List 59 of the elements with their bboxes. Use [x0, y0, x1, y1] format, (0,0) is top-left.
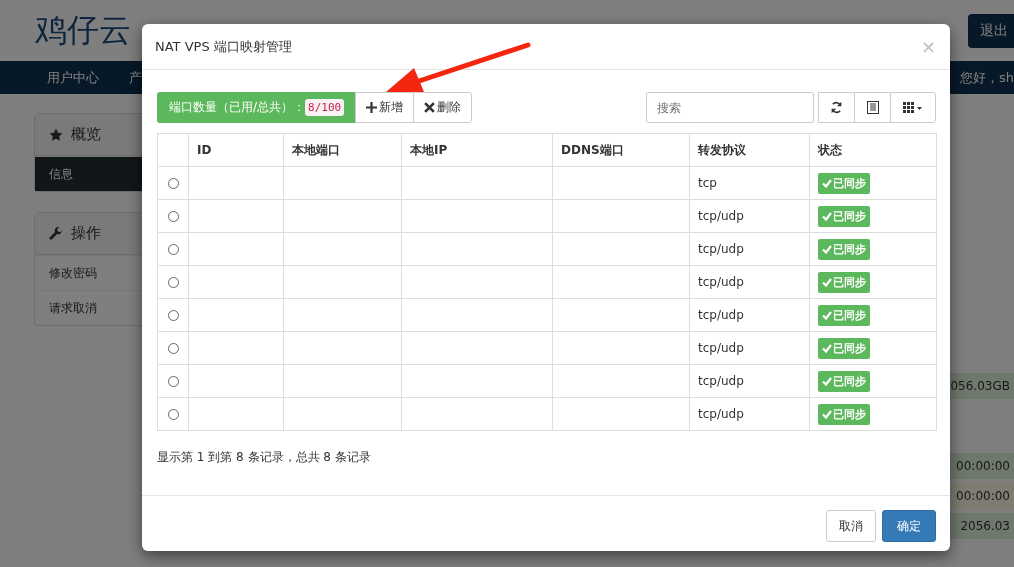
check-icon: [822, 310, 832, 320]
table-cell: tcp/udp: [689, 298, 810, 332]
status-badge: 已同步: [818, 205, 870, 227]
column-header[interactable]: DDNS端口: [552, 133, 690, 167]
delete-button[interactable]: 删除: [413, 92, 473, 123]
table-cell: tcp/udp: [689, 364, 810, 398]
close-icon: [424, 102, 436, 113]
table-cell: tcp/udp: [689, 232, 810, 266]
status-badge: 已同步: [818, 238, 870, 260]
column-header[interactable]: ID: [188, 133, 284, 167]
list-icon: [866, 101, 879, 114]
column-header[interactable]: 转发协议: [689, 133, 810, 167]
check-icon: [822, 376, 832, 386]
value-row: 056.03GB: [950, 373, 1014, 399]
table-cell: tcp/udp: [689, 265, 810, 299]
value-row: 00:00:00: [950, 483, 1014, 509]
cancel-button[interactable]: 取消: [826, 510, 876, 542]
status-badge: 已同步: [818, 337, 870, 359]
nav-link[interactable]: 用户中心: [47, 68, 99, 87]
check-icon: [822, 343, 832, 353]
panel-title: 概览: [71, 125, 101, 144]
grid-icon: [903, 101, 923, 114]
table-cell: tcp/udp: [689, 331, 810, 365]
plus-icon: [366, 102, 378, 113]
star-icon: [49, 127, 63, 142]
status-badge: 已同步: [818, 370, 870, 392]
column-header[interactable]: 本地端口: [283, 133, 402, 167]
panel-title: 操作: [71, 224, 101, 243]
column-header[interactable]: 本地IP: [401, 133, 553, 167]
check-icon: [822, 178, 832, 188]
logout-button[interactable]: 退出: [968, 13, 1014, 48]
site-logo[interactable]: 鸡仔云: [35, 8, 131, 53]
greeting-text: 您好，sh: [960, 68, 1014, 87]
check-icon: [822, 211, 832, 221]
port-count-label: 端口数量（已用/总共）： 8/100: [157, 92, 357, 123]
status-badge: 已同步: [818, 271, 870, 293]
table-cell: tcp: [689, 166, 810, 200]
status-badge: 已同步: [818, 304, 870, 326]
nav-link[interactable]: 产: [129, 68, 142, 87]
status-badge: 已同步: [818, 172, 870, 194]
table-cell: tcp/udp: [689, 397, 810, 431]
status-badge: 已同步: [818, 403, 870, 425]
refresh-icon: [830, 101, 843, 114]
table-cell: tcp/udp: [689, 199, 810, 233]
columns-button[interactable]: [890, 92, 936, 123]
refresh-button[interactable]: [818, 92, 855, 123]
value-row: 00:00:00: [950, 453, 1014, 479]
check-icon: [822, 244, 832, 254]
check-icon: [822, 409, 832, 419]
search-field[interactable]: 搜索: [646, 92, 814, 123]
wrench-icon: [49, 226, 63, 241]
records-info: 显示第 1 到第 8 条记录，总共 8 条记录: [157, 449, 372, 466]
modal-title: NAT VPS 端口映射管理: [155, 37, 292, 56]
column-header[interactable]: 状态: [809, 133, 937, 167]
check-icon: [822, 277, 832, 287]
value-row: 2056.03: [950, 513, 1014, 539]
add-button[interactable]: 新增: [355, 92, 415, 123]
confirm-button[interactable]: 确定: [882, 510, 936, 542]
list-view-button[interactable]: [854, 92, 891, 123]
